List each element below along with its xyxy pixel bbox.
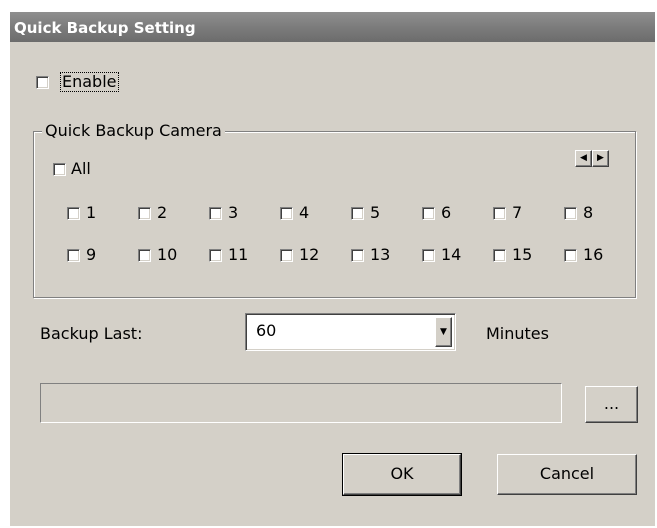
- all-cameras-label[interactable]: All: [71, 160, 91, 178]
- camera-checkbox-5[interactable]: [351, 207, 364, 220]
- camera-label-13[interactable]: 13: [370, 246, 390, 264]
- camera-checkbox-8[interactable]: [564, 207, 577, 220]
- camera-label-11[interactable]: 11: [228, 246, 248, 264]
- enable-label[interactable]: Enable: [60, 72, 119, 92]
- camera-label-4[interactable]: 4: [299, 204, 309, 222]
- backup-last-label: Backup Last:: [40, 324, 143, 343]
- triangle-left-icon: ◀: [580, 153, 587, 163]
- camera-label-6[interactable]: 6: [441, 204, 451, 222]
- camera-label-16[interactable]: 16: [583, 246, 603, 264]
- camera-label-8[interactable]: 8: [583, 204, 593, 222]
- camera-checkbox-9[interactable]: [67, 249, 80, 262]
- title-bar: Quick Backup Setting: [10, 12, 655, 42]
- camera-label-3[interactable]: 3: [228, 204, 238, 222]
- camera-checkbox-3[interactable]: [209, 207, 222, 220]
- camera-label-1[interactable]: 1: [86, 204, 96, 222]
- ok-button[interactable]: OK: [342, 453, 462, 496]
- dropdown-button[interactable]: ▼: [435, 317, 452, 347]
- camera-checkbox-11[interactable]: [209, 249, 222, 262]
- triangle-down-icon: ▼: [440, 327, 447, 337]
- quick-backup-camera-group: [33, 131, 636, 298]
- minutes-label: Minutes: [486, 324, 549, 343]
- camera-label-9[interactable]: 9: [86, 246, 96, 264]
- camera-label-7[interactable]: 7: [512, 204, 522, 222]
- ok-label: OK: [390, 464, 414, 483]
- cancel-label: Cancel: [539, 464, 595, 483]
- camera-checkbox-13[interactable]: [351, 249, 364, 262]
- camera-checkbox-1[interactable]: [67, 207, 80, 220]
- backup-last-value: 60: [256, 321, 277, 340]
- camera-checkbox-12[interactable]: [280, 249, 293, 262]
- camera-checkbox-15[interactable]: [493, 249, 506, 262]
- all-cameras-checkbox[interactable]: [53, 163, 66, 176]
- camera-label-2[interactable]: 2: [157, 204, 167, 222]
- camera-checkbox-7[interactable]: [493, 207, 506, 220]
- camera-checkbox-6[interactable]: [422, 207, 435, 220]
- camera-checkbox-2[interactable]: [138, 207, 151, 220]
- scroll-right-button[interactable]: ▶: [592, 150, 609, 167]
- enable-checkbox[interactable]: [36, 76, 49, 89]
- group-legend: Quick Backup Camera: [42, 122, 225, 140]
- camera-label-12[interactable]: 12: [299, 246, 319, 264]
- camera-label-10[interactable]: 10: [157, 246, 177, 264]
- camera-label-5[interactable]: 5: [370, 204, 380, 222]
- backup-path-field[interactable]: [40, 383, 562, 423]
- camera-checkbox-10[interactable]: [138, 249, 151, 262]
- cancel-button[interactable]: Cancel: [497, 454, 637, 495]
- browse-button[interactable]: ...: [585, 386, 638, 423]
- scroll-left-button[interactable]: ◀: [575, 150, 592, 167]
- backup-last-select[interactable]: 60 ▼: [245, 313, 456, 351]
- browse-label: ...: [603, 394, 620, 413]
- camera-checkbox-14[interactable]: [422, 249, 435, 262]
- camera-checkbox-4[interactable]: [280, 207, 293, 220]
- triangle-right-icon: ▶: [597, 153, 604, 163]
- camera-label-15[interactable]: 15: [512, 246, 532, 264]
- camera-checkbox-16[interactable]: [564, 249, 577, 262]
- camera-label-14[interactable]: 14: [441, 246, 461, 264]
- window-title: Quick Backup Setting: [14, 19, 196, 37]
